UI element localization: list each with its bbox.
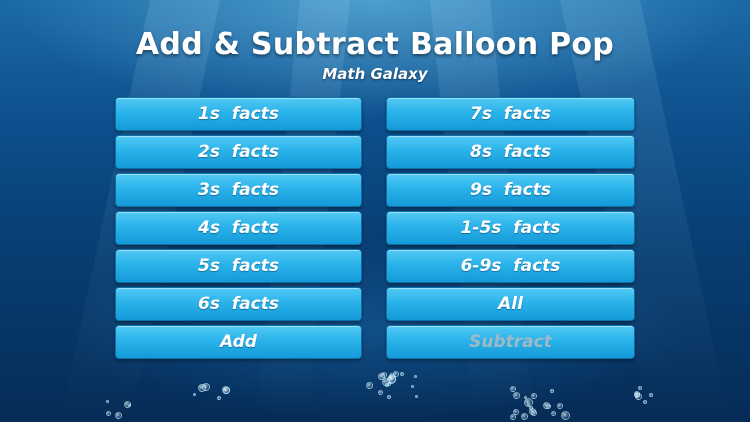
facts-6-9s-button[interactable]: 6-9s facts bbox=[386, 249, 635, 283]
bubble-icon bbox=[388, 374, 397, 383]
bubble-icon bbox=[411, 384, 415, 388]
bubble-icon bbox=[192, 392, 196, 396]
facts-4s-button[interactable]: 4s facts bbox=[115, 211, 362, 245]
game-title: Add & Subtract Balloon Pop bbox=[135, 27, 615, 62]
bubble-icon bbox=[377, 389, 383, 395]
bubble-icon bbox=[198, 383, 207, 392]
bubble-icon bbox=[114, 411, 122, 419]
facts-7s-button[interactable]: 7s facts bbox=[386, 97, 635, 131]
bubble-icon bbox=[637, 386, 642, 391]
facts-8s-button[interactable]: 8s facts bbox=[386, 135, 635, 169]
bubble-icon bbox=[413, 374, 417, 378]
bubble-icon bbox=[399, 372, 404, 377]
bubble-icon bbox=[528, 405, 533, 410]
facts-menu: 1s facts 7s facts 2s facts 8s facts 3s f… bbox=[115, 97, 635, 359]
bubble-icon bbox=[526, 402, 530, 406]
bubble-icon bbox=[512, 408, 519, 415]
bubble-icon bbox=[531, 410, 538, 417]
facts-2s-button[interactable]: 2s facts bbox=[115, 135, 362, 169]
bubble-icon bbox=[550, 410, 556, 416]
subtract-button[interactable]: Subtract bbox=[386, 325, 635, 359]
bubble-icon bbox=[513, 391, 521, 399]
facts-1s-button[interactable]: 1s facts bbox=[115, 97, 362, 131]
bubble-icon bbox=[386, 394, 391, 399]
all-facts-button[interactable]: All bbox=[386, 287, 635, 321]
bubble-icon bbox=[366, 381, 374, 389]
bubble-icon bbox=[549, 388, 554, 393]
facts-6s-button[interactable]: 6s facts bbox=[115, 287, 362, 321]
game-subtitle: Math Galaxy bbox=[322, 65, 428, 83]
header: Add & Subtract Balloon Pop Math Galaxy bbox=[0, 26, 750, 84]
bubble-icon bbox=[222, 385, 231, 394]
bubble-icon bbox=[635, 393, 643, 401]
bubble-icon bbox=[560, 410, 570, 420]
facts-1-5s-button[interactable]: 1-5s facts bbox=[386, 211, 635, 245]
bubble-icon bbox=[521, 413, 528, 420]
bubble-icon bbox=[217, 395, 222, 400]
facts-5s-button[interactable]: 5s facts bbox=[115, 249, 362, 283]
bubble-icon bbox=[414, 395, 418, 399]
facts-3s-button[interactable]: 3s facts bbox=[115, 173, 362, 207]
bubble-icon bbox=[642, 400, 647, 405]
bubble-icon bbox=[557, 402, 564, 409]
facts-9s-button[interactable]: 9s facts bbox=[386, 173, 635, 207]
add-button[interactable]: Add bbox=[115, 325, 362, 359]
bubble-icon bbox=[531, 392, 538, 399]
